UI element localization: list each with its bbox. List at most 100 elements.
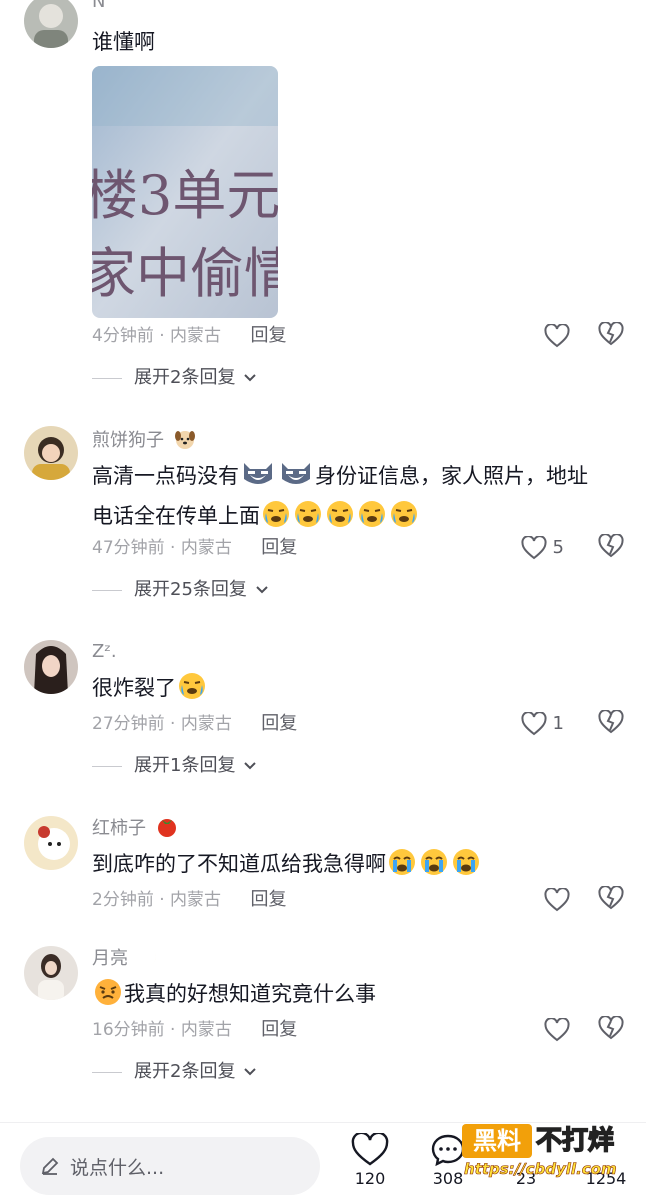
meta-separator: · xyxy=(170,1020,176,1040)
like-button[interactable]: 1 xyxy=(521,710,564,738)
like-button[interactable] xyxy=(544,886,570,914)
comment-time: 47分钟前 xyxy=(92,538,165,558)
crying-face-icon xyxy=(263,501,289,527)
broken-heart-icon xyxy=(598,885,624,910)
pencil-icon xyxy=(41,1157,59,1175)
heart-icon xyxy=(544,1018,570,1042)
crying-face-icon xyxy=(359,501,385,527)
avatar[interactable] xyxy=(24,426,78,480)
comment-username[interactable]: 红柿子 xyxy=(92,816,646,840)
likes-count: 120 xyxy=(354,1169,386,1188)
reply-button[interactable]: 回复 xyxy=(261,537,297,558)
comment-time: 27分钟前 xyxy=(92,714,165,734)
comment-meta: 47分钟前 · 内蒙古 回复 5 xyxy=(92,532,646,564)
dislike-button[interactable] xyxy=(598,321,624,350)
comment-username[interactable]: 煎饼狗子 xyxy=(92,428,646,452)
comment-meta: 2分钟前 · 内蒙古 回复 xyxy=(92,884,646,916)
dog-face-icon xyxy=(174,431,195,449)
comment-text: 电话全在传单上面 xyxy=(92,496,646,536)
dislike-button[interactable] xyxy=(598,1015,624,1044)
like-action-button[interactable]: 120 xyxy=(338,1133,402,1199)
loudly-crying-face-icon xyxy=(453,849,479,875)
tomato-icon xyxy=(157,819,176,837)
comment-input[interactable]: 说点什么... xyxy=(20,1137,320,1195)
comment-meta: 27分钟前 · 内蒙古 回复 1 xyxy=(92,708,646,740)
chevron-down-icon xyxy=(244,1068,256,1076)
comment-text: 高清一点码没有 身份证信息，家人照片，地址 xyxy=(92,456,646,496)
broken-heart-icon xyxy=(598,1015,624,1040)
comment-location: 内蒙古 xyxy=(170,890,222,910)
expand-replies-button[interactable]: 展开1条回复 xyxy=(92,750,646,782)
comment-text: 谁懂啊 xyxy=(92,30,155,54)
avatar[interactable] xyxy=(24,946,78,1000)
broken-heart-icon xyxy=(598,321,624,346)
comment-username[interactable]: Zᶻ. xyxy=(92,640,646,664)
loudly-crying-face-icon xyxy=(421,849,447,875)
heart-icon xyxy=(544,324,570,348)
reply-button[interactable]: 回复 xyxy=(250,889,286,910)
comment-input-placeholder: 说点什么... xyxy=(70,1156,165,1179)
heart-icon xyxy=(544,888,570,912)
heart-icon xyxy=(521,536,547,560)
comment-time: 4分钟前 xyxy=(92,326,154,346)
anxious-face-icon xyxy=(95,979,121,1005)
watermark-side-text: 不打烊 xyxy=(535,1125,615,1157)
broken-heart-icon xyxy=(598,709,624,734)
husky-sticker-icon xyxy=(244,463,272,484)
avatar[interactable] xyxy=(24,640,78,694)
comments-count: 308 xyxy=(432,1169,464,1188)
meta-separator: · xyxy=(170,538,176,558)
watermark: 黑料 不打烊 https://cbdyll.com xyxy=(462,1120,646,1180)
crying-face-icon xyxy=(295,501,321,527)
image-text-line-2: 家中偷情 xyxy=(92,242,278,305)
like-button[interactable] xyxy=(544,1016,570,1044)
comment-text: 到底咋的了不知道瓜给我急得啊 xyxy=(92,844,646,884)
comment-location: 内蒙古 xyxy=(180,1020,232,1040)
comment-time: 16分钟前 xyxy=(92,1020,165,1040)
comment-location: 内蒙古 xyxy=(170,326,222,346)
like-count: 1 xyxy=(552,713,564,734)
meta-separator: · xyxy=(159,326,165,346)
avatar[interactable] xyxy=(24,816,78,870)
dislike-button[interactable] xyxy=(598,885,624,914)
watermark-url: https://cbdyll.com xyxy=(464,1160,617,1179)
crying-face-icon xyxy=(179,673,205,699)
dislike-button[interactable] xyxy=(598,709,624,738)
comment-username[interactable]: 月亮 xyxy=(92,946,646,970)
dislike-button[interactable] xyxy=(598,533,624,562)
meta-separator: · xyxy=(159,890,165,910)
image-text-line-1: 楼3单元 xyxy=(92,164,278,227)
comment-text: 很炸裂了 xyxy=(92,668,646,708)
like-button[interactable]: 5 xyxy=(521,534,564,562)
chevron-down-icon xyxy=(255,586,268,594)
avatar[interactable] xyxy=(24,0,78,48)
comment-image[interactable]: 楼3单元 家中偷情 xyxy=(92,66,278,318)
loudly-crying-face-icon xyxy=(389,849,415,875)
heart-icon xyxy=(351,1133,389,1166)
expand-replies-button[interactable]: 展开2条回复 xyxy=(92,1056,646,1088)
expand-replies-button[interactable]: 展开25条回复 xyxy=(92,574,646,606)
comment-username[interactable]: N xyxy=(92,0,646,14)
like-count: 5 xyxy=(552,537,564,558)
reply-button[interactable]: 回复 xyxy=(261,713,297,734)
meta-separator: · xyxy=(170,714,176,734)
reply-button[interactable]: 回复 xyxy=(261,1019,297,1040)
comment-text: 我真的好想知道究竟什么事 xyxy=(92,974,646,1014)
husky-sticker-icon xyxy=(282,463,310,484)
crying-face-icon xyxy=(391,501,417,527)
chevron-down-icon xyxy=(244,374,256,382)
reply-button[interactable]: 回复 xyxy=(250,325,286,346)
comment-meta: 16分钟前 · 内蒙古 回复 xyxy=(92,1014,646,1046)
crying-face-icon xyxy=(327,501,353,527)
heart-icon xyxy=(521,712,547,736)
comment-meta: 4分钟前 · 内蒙古 回复 xyxy=(92,320,646,352)
chevron-down-icon xyxy=(244,762,256,770)
like-button[interactable] xyxy=(544,322,570,350)
expand-replies-button[interactable]: 展开2条回复 xyxy=(92,362,646,394)
watermark-badge: 黑料 xyxy=(462,1124,532,1158)
broken-heart-icon xyxy=(598,533,624,558)
comment-bubble-icon xyxy=(431,1134,465,1167)
crescent-moon-icon xyxy=(143,948,156,966)
comment-location: 内蒙古 xyxy=(180,538,232,558)
comment-location: 内蒙古 xyxy=(180,714,232,734)
